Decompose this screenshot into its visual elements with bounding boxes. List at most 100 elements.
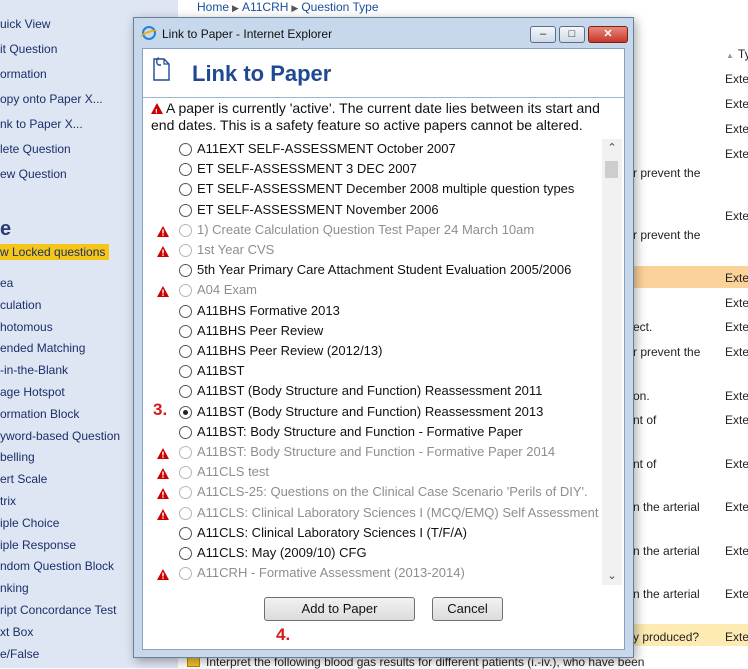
question-type-item[interactable]: nking: [0, 581, 29, 595]
paper-label: 5th Year Primary Care Attachment Student…: [197, 262, 572, 278]
step-3-marker: 3.: [153, 399, 168, 419]
sidebar-menu-item[interactable]: nk to Paper X...: [0, 117, 83, 131]
paper-label: A11CRH - Formative Assessment (2013-2014…: [197, 565, 465, 581]
paper-label: A11BST: [197, 363, 245, 379]
paper-row[interactable]: 5th Year Primary Care Attachment Student…: [151, 261, 597, 281]
paper-row[interactable]: A11BHS Peer Review (2012/13): [151, 342, 597, 362]
scroll-down-arrow[interactable]: ⌄: [602, 567, 622, 585]
paper-row[interactable]: A11BST: Body Structure and Function - Fo…: [151, 423, 597, 443]
paper-row[interactable]: ET SELF-ASSESSMENT November 2006: [151, 201, 597, 221]
sidebar-menu-item[interactable]: lete Question: [0, 142, 71, 156]
paper-radio[interactable]: [179, 304, 192, 318]
paper-row[interactable]: A11CLS: Clinical Laboratory Sciences I (…: [151, 524, 597, 544]
close-button[interactable]: ✕: [588, 26, 628, 43]
paper-label: A11BHS Peer Review (2012/13): [197, 343, 383, 358]
question-type-item[interactable]: hotomous: [0, 320, 53, 334]
paper-radio[interactable]: [179, 264, 192, 278]
step-4-marker: 4.: [276, 625, 291, 644]
scroll-up-arrow[interactable]: ⌃: [602, 139, 622, 157]
paper-label: A11BST: Body Structure and Function - Fo…: [197, 423, 523, 439]
question-type-item[interactable]: xt Box: [0, 625, 33, 639]
question-type-item[interactable]: iple Choice: [0, 516, 59, 530]
paper-radio[interactable]: [179, 547, 192, 560]
paper-radio[interactable]: [179, 203, 192, 217]
warning-icon: [157, 487, 169, 502]
paper-label: A11BST (Body Structure and Function) Rea…: [197, 403, 544, 419]
warning-icon: [157, 245, 169, 260]
question-type-item[interactable]: trix: [0, 494, 16, 508]
paper-radio[interactable]: [179, 425, 192, 439]
paper-radio[interactable]: [179, 324, 192, 338]
paper-label: A11CLS-25: Questions on the Clinical Cas…: [197, 484, 588, 500]
minimize-button[interactable]: ‒: [530, 26, 556, 43]
question-type-item[interactable]: iple Response: [0, 538, 76, 552]
question-text-cell: y produced?: [633, 630, 700, 644]
paper-row[interactable]: A11BST: [151, 362, 597, 382]
warning-icon: [157, 285, 169, 300]
maximize-button[interactable]: □: [559, 26, 585, 43]
paper-radio: [179, 506, 192, 520]
paper-radio: [179, 284, 192, 298]
paper-radio[interactable]: [179, 405, 192, 419]
paper-radio: [179, 486, 192, 500]
type-column-header[interactable]: ▲Type: [726, 47, 748, 61]
warning-icon: [157, 467, 169, 482]
paper-row[interactable]: A11BHS Formative 2013: [151, 302, 597, 322]
paper-radio: [179, 446, 192, 459]
question-type-item[interactable]: belling: [0, 450, 35, 464]
breadcrumb-module[interactable]: A11CRH: [242, 0, 288, 14]
paper-radio[interactable]: [179, 183, 192, 197]
question-type-item[interactable]: ript Concordance Test: [0, 603, 117, 617]
question-type-item[interactable]: culation: [0, 298, 41, 312]
window-titlebar[interactable]: Link to Paper - Internet Explorer ‒ □ ✕: [134, 18, 633, 48]
paper-list[interactable]: A11EXT SELF-ASSESSMENT October 2007 ET SE…: [151, 139, 622, 585]
warning-icon: [151, 103, 163, 121]
paper-row[interactable]: A11BHS Peer Review: [151, 322, 597, 342]
add-to-paper-button[interactable]: Add to Paper: [264, 597, 415, 621]
paper-radio[interactable]: [179, 163, 192, 177]
cancel-button[interactable]: Cancel: [432, 597, 503, 621]
dialog-header: Link to Paper: [143, 49, 624, 93]
dialog-title: Link to Paper: [192, 61, 332, 86]
paper-radio[interactable]: [179, 345, 192, 358]
sidebar-menu-item[interactable]: it Question: [0, 42, 57, 56]
paper-label: A11CLS: Clinical Laboratory Sciences I (…: [197, 504, 599, 520]
paper-row[interactable]: A11EXT SELF-ASSESSMENT October 2007: [151, 140, 597, 160]
breadcrumb-home[interactable]: Home: [197, 0, 229, 14]
sidebar-menu-item[interactable]: opy onto Paper X...: [0, 92, 103, 106]
question-type-item[interactable]: ormation Block: [0, 407, 79, 421]
paper-row[interactable]: A11BST (Body Structure and Function) Rea…: [151, 382, 597, 402]
warning-icon: [157, 447, 169, 462]
paper-list-scrollbar[interactable]: ⌃ ⌄: [602, 139, 622, 585]
question-type-item[interactable]: ended Matching: [0, 341, 85, 355]
sidebar-menu-item[interactable]: uick View: [0, 17, 50, 31]
question-type-item[interactable]: ert Scale: [0, 472, 47, 486]
sidebar-menu-item[interactable]: ormation: [0, 67, 47, 81]
paper-row[interactable]: A11CLS: May (2009/10) CFG: [151, 544, 597, 564]
paper-row: 1) Create Calculation Question Test Pape…: [151, 221, 597, 241]
paper-radio[interactable]: [179, 365, 192, 379]
paper-row[interactable]: ET SELF-ASSESSMENT 3 DEC 2007: [151, 160, 597, 180]
paper-row: A04 Exam: [151, 281, 597, 301]
question-type-item[interactable]: yword-based Question: [0, 429, 120, 443]
question-type-item[interactable]: -in-the-Blank: [0, 363, 68, 377]
question-type-item[interactable]: age Hotspot: [0, 385, 65, 399]
paper-row[interactable]: ET SELF-ASSESSMENT December 2008 multipl…: [151, 180, 597, 200]
paper-label: A11BST (Body Structure and Function) Rea…: [197, 383, 543, 399]
paper-radio[interactable]: [179, 385, 192, 399]
paper-radio[interactable]: [179, 526, 192, 540]
sidebar-menu-item[interactable]: ew Question: [0, 167, 67, 181]
scrollbar-thumb[interactable]: [605, 161, 618, 178]
type-cell: Exte: [725, 97, 748, 111]
question-text-cell: r prevent the: [633, 166, 701, 180]
question-type-item[interactable]: e/False: [0, 647, 39, 661]
paper-row[interactable]: 3. A11BST (Body Structure and Function) R…: [151, 399, 597, 423]
question-text-cell: n the arterial: [633, 587, 700, 601]
paper-row: A11BST: Body Structure and Function - Fo…: [151, 443, 597, 463]
paper-row: A11CLS-25: Questions on the Clinical Cas…: [151, 483, 597, 503]
question-type-item[interactable]: ndom Question Block: [0, 559, 114, 573]
question-type-item[interactable]: ea: [0, 276, 13, 290]
locked-questions-link[interactable]: w Locked questions: [0, 244, 110, 260]
breadcrumb-question-type[interactable]: Question Type: [301, 0, 378, 14]
paper-radio[interactable]: [179, 143, 192, 156]
